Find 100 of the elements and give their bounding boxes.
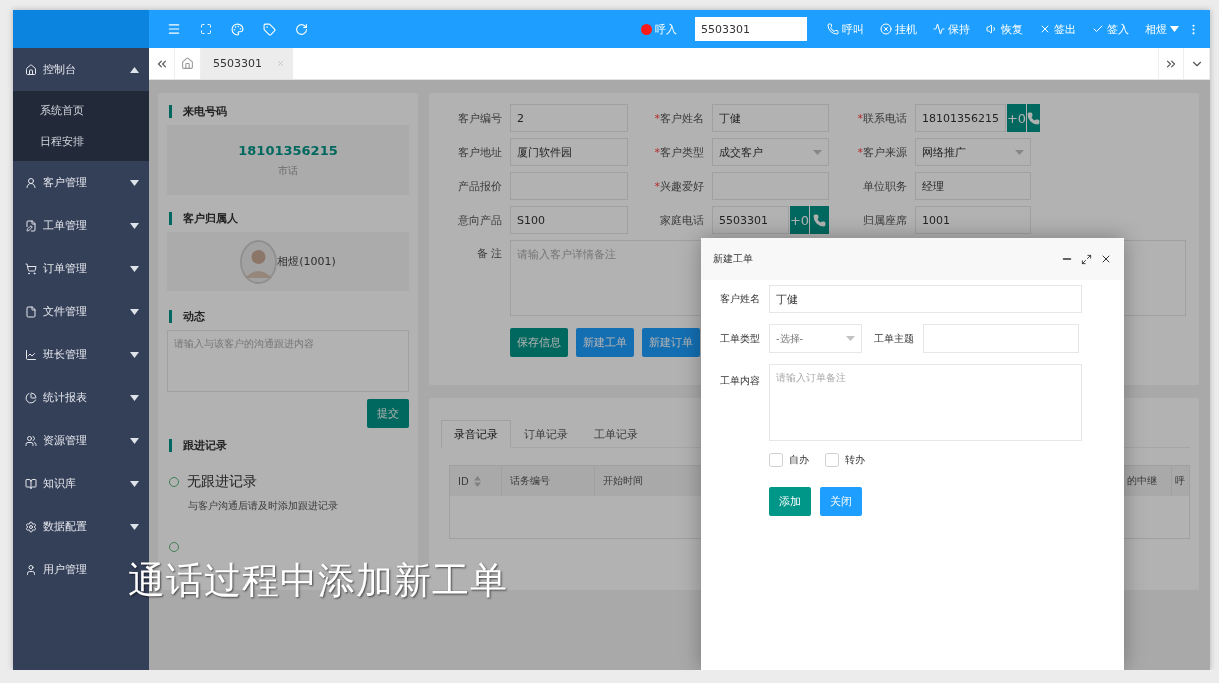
pulse-icon <box>933 23 945 35</box>
phone-icon <box>813 213 826 227</box>
field-label: *客户类型 <box>653 144 705 160</box>
select-field[interactable]: -选择- <box>769 324 862 353</box>
field-label: *客户来源 <box>856 144 908 160</box>
content-input[interactable]: 请输入订单备注 <box>769 364 1082 441</box>
records-tab[interactable]: 工单记录 <box>581 420 651 448</box>
sidebar-item[interactable]: 工单管理 <box>13 204 149 247</box>
text-field[interactable]: S100 <box>510 206 628 234</box>
field-label: 备 注 <box>475 246 503 261</box>
sidebar-item[interactable]: 客户管理 <box>13 161 149 204</box>
field-label: *兴趣爱好 <box>653 178 705 194</box>
section-title: 客户归属人 <box>169 212 409 225</box>
checkbox[interactable] <box>825 453 839 467</box>
sidebar-item[interactable]: 资源管理 <box>13 419 149 462</box>
field-label: 意向产品 <box>457 212 503 228</box>
maximize-icon[interactable] <box>1081 253 1092 265</box>
field-label: 工单主题 <box>873 331 915 346</box>
field-label: 归属座席 <box>862 212 908 228</box>
close-icon[interactable] <box>1100 253 1112 265</box>
section-title: 动态 <box>169 310 409 323</box>
field-label: *联系电话 <box>856 110 908 126</box>
column-header: 话务编号 <box>501 466 594 496</box>
cart-icon <box>25 262 37 275</box>
column-header: 呼 <box>1171 466 1189 496</box>
user-icon <box>25 563 37 576</box>
check-icon <box>1092 23 1104 35</box>
close-icon <box>1039 23 1051 35</box>
checkbox-option[interactable]: 转办 <box>825 453 865 467</box>
refresh-icon[interactable] <box>295 22 308 36</box>
chart-icon <box>25 348 37 361</box>
pie-chart-icon <box>25 391 37 404</box>
dial-button[interactable] <box>1027 104 1040 132</box>
field-label: 单位职务 <box>862 178 908 194</box>
text-field[interactable]: 厦门软件园 <box>510 138 628 166</box>
checkbox[interactable] <box>769 453 783 467</box>
menu-icon[interactable] <box>167 22 181 36</box>
caret-icon <box>1015 149 1024 155</box>
field-label: 产品报价 <box>457 178 503 194</box>
field-label: 客户姓名 <box>719 292 761 306</box>
phone-icon <box>827 23 839 35</box>
avatar <box>240 239 278 284</box>
page-tab[interactable]: 5503301 <box>201 48 293 79</box>
text-field[interactable]: 丁健 <box>712 104 829 132</box>
palette-icon[interactable] <box>231 22 244 36</box>
phone-field[interactable]: 18101356215 <box>915 104 1006 132</box>
field-label: 客户编号 <box>457 110 503 126</box>
settings-icon <box>25 520 37 533</box>
text-field[interactable]: 丁健 <box>769 285 1082 313</box>
checkbox-option[interactable]: 自办 <box>769 453 809 467</box>
section-title: 来电号码 <box>169 105 409 118</box>
sidebar-item[interactable]: 订单管理 <box>13 247 149 290</box>
caller-number: 18101356215 <box>238 142 338 158</box>
phone-field[interactable]: 5503301 <box>712 206 789 234</box>
caret-icon <box>1170 26 1179 32</box>
records-tab[interactable]: 订单记录 <box>511 420 581 448</box>
timeline-title: 无跟进记录 <box>187 473 257 491</box>
dial-button[interactable] <box>810 206 829 234</box>
text-field[interactable]: 1001 <box>915 206 1031 234</box>
scroll-right-button[interactable] <box>1158 48 1184 79</box>
select-field[interactable]: 成交客户 <box>712 138 829 166</box>
sidebar-item[interactable]: 控制台 <box>13 48 149 91</box>
records-tab[interactable]: 录音记录 <box>441 420 511 448</box>
column-header: ID <box>450 466 501 496</box>
volume-icon <box>986 23 998 35</box>
sidebar-item[interactable]: 统计报表 <box>13 376 149 419</box>
home-icon <box>181 57 194 70</box>
sidebar-item[interactable]: 数据配置 <box>13 505 149 548</box>
book-icon <box>25 477 37 490</box>
fullscreen-icon[interactable] <box>200 23 212 35</box>
text-field[interactable]: 经理 <box>915 172 1031 200</box>
file-icon <box>25 305 37 318</box>
sidebar-item[interactable]: 班长管理 <box>13 333 149 376</box>
submenu-item[interactable]: 日程安排 <box>13 126 149 157</box>
dialog-title: 新建工单 <box>713 252 754 266</box>
dialog-button[interactable]: 添加 <box>769 487 811 516</box>
home-icon <box>25 63 37 76</box>
phone-input[interactable]: 5503301 <box>695 17 807 41</box>
submenu-item[interactable]: 系统首页 <box>13 95 149 126</box>
field-label: 客户地址 <box>457 144 503 160</box>
close-circle-icon <box>880 23 892 35</box>
text-field[interactable] <box>923 324 1079 353</box>
field-label: *客户姓名 <box>653 110 705 126</box>
sidebar-item[interactable]: 知识库 <box>13 462 149 505</box>
users-icon <box>25 434 37 447</box>
owner-name: 相煜(1001) <box>277 254 336 269</box>
select-field[interactable]: 网络推广 <box>915 138 1031 166</box>
phone-icon <box>1027 111 1040 125</box>
timeline-text: 与客户沟通后请及时添加跟进记录 <box>187 499 339 513</box>
field-label: 家庭电话 <box>659 212 705 228</box>
sidebar-item[interactable]: 文件管理 <box>13 290 149 333</box>
section-title: 跟进记录 <box>169 439 409 452</box>
file-edit-icon <box>25 219 37 232</box>
tag-icon[interactable] <box>263 22 276 36</box>
text-field[interactable]: 2 <box>510 104 628 132</box>
caret-icon <box>846 336 855 341</box>
call-status: 呼入 <box>654 21 677 37</box>
field-label: 工单类型 <box>719 331 761 346</box>
status-dot <box>640 23 652 35</box>
sort-icon[interactable] <box>473 475 481 487</box>
